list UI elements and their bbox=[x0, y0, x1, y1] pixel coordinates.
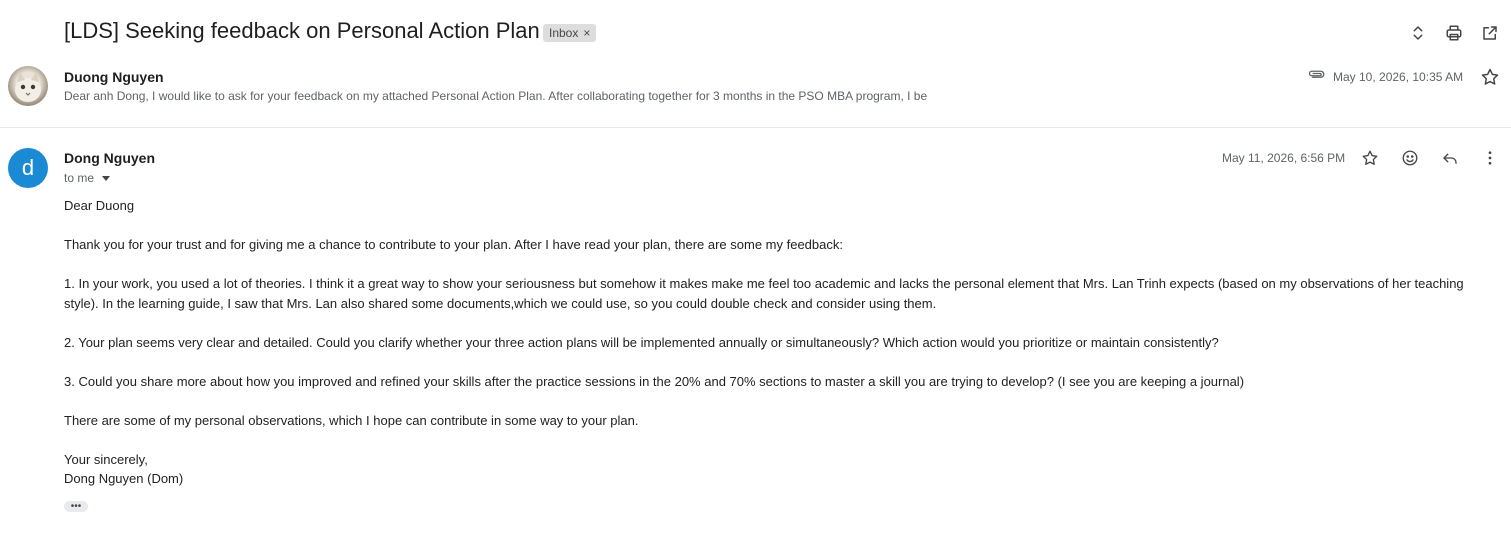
sender-name[interactable]: Dong Nguyen bbox=[64, 150, 155, 166]
recipient-details-toggle[interactable]: to me bbox=[64, 171, 111, 185]
email-point-1-line-2: style). In the learning guide, I saw tha… bbox=[64, 296, 937, 311]
message-divider bbox=[0, 127, 1511, 128]
chevron-down-icon bbox=[102, 175, 111, 181]
sender-avatar-photo[interactable] bbox=[8, 66, 48, 106]
email-closing-note: There are some of my personal observatio… bbox=[64, 413, 639, 428]
email-point-1-line-1: 1. In your work, you used a lot of theor… bbox=[64, 276, 1464, 291]
email-signature: Dong Nguyen (Dom) bbox=[64, 471, 184, 486]
expand-collapse-icon[interactable] bbox=[1407, 22, 1429, 44]
email-greeting: Dear Duong bbox=[64, 198, 135, 213]
email-sign-off: Your sincerely, bbox=[64, 452, 148, 467]
email-point-2: 2. Your plan seems very clear and detail… bbox=[64, 335, 1219, 350]
email-paragraph-intro: Thank you for your trust and for giving … bbox=[64, 237, 843, 252]
sender-avatar[interactable]: d bbox=[8, 148, 48, 188]
show-trimmed-content-button[interactable]: ••• bbox=[64, 501, 88, 512]
thread-subject: [LDS] Seeking feedback on Personal Actio… bbox=[64, 18, 540, 43]
inbox-label-chip[interactable]: Inbox × bbox=[543, 24, 597, 42]
remove-label-icon[interactable]: × bbox=[583, 26, 590, 40]
attachment-icon bbox=[1308, 68, 1326, 82]
open-in-new-window-icon[interactable] bbox=[1479, 22, 1501, 44]
message-snippet[interactable]: Dear anh Dong, I would like to ask for y… bbox=[64, 89, 927, 103]
sender-name[interactable]: Duong Nguyen bbox=[64, 69, 164, 85]
star-icon[interactable] bbox=[1360, 148, 1380, 168]
email-point-3: 3. Could you share more about how you im… bbox=[64, 374, 1245, 389]
label-text: Inbox bbox=[549, 26, 579, 40]
emoji-reaction-icon[interactable] bbox=[1400, 148, 1420, 168]
message-date[interactable]: May 11, 2026, 6:56 PM bbox=[1222, 151, 1345, 165]
star-icon[interactable] bbox=[1480, 67, 1500, 87]
recipient-label: to me bbox=[64, 171, 95, 185]
message-date[interactable]: May 10, 2026, 10:35 AM bbox=[1333, 70, 1463, 84]
more-options-icon[interactable] bbox=[1480, 148, 1500, 168]
print-icon[interactable] bbox=[1443, 22, 1465, 44]
reply-icon[interactable] bbox=[1440, 148, 1460, 168]
